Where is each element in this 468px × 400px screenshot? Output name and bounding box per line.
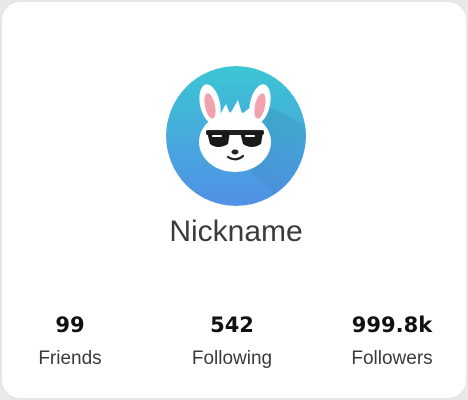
following-count: 542 (210, 313, 254, 337)
followers-count: 999.8k (351, 313, 433, 337)
nickname: Nickname (169, 215, 303, 248)
stat-following[interactable]: 542 Following (152, 310, 312, 372)
friends-count: 99 (55, 313, 85, 337)
followers-label: Followers (351, 348, 433, 369)
friends-label: Friends (38, 348, 102, 369)
bunny-sunglasses-icon (166, 66, 306, 206)
stat-friends[interactable]: 99 Friends (0, 310, 150, 372)
profile-card: Nickname 99 Friends 542 Following 999.8k… (0, 0, 468, 400)
stat-followers[interactable]: 999.8k Followers (312, 310, 468, 372)
profile-avatar[interactable] (166, 66, 306, 206)
following-label: Following (191, 348, 273, 369)
